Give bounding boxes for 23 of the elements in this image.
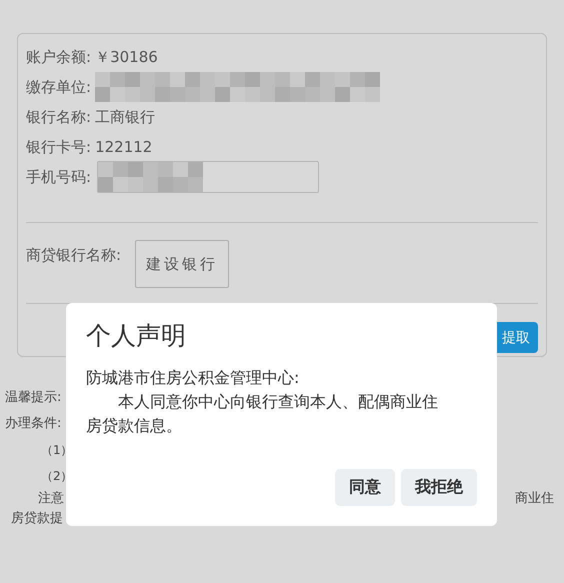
tip-text: 温馨提示: (5, 390, 62, 405)
tip-text: （2） (41, 469, 73, 483)
field-label: 手机号码: (26, 168, 92, 186)
field-label: 银行卡号: (26, 138, 92, 156)
bank-select-button[interactable]: 建设银行 (135, 240, 230, 288)
dialog-title: 个人声明 (86, 320, 187, 352)
tip-text: 商业住 (515, 490, 554, 508)
field-label: 账户余额: (26, 48, 92, 66)
field-value: 工商银行 (95, 108, 156, 126)
field-label: 商贷银行名称: (26, 246, 122, 265)
tip-text: （1） (41, 443, 73, 457)
field-value: ￥30186 (95, 48, 158, 66)
field-label: 缴存单位: (26, 78, 92, 96)
field-label: 银行名称: (26, 108, 92, 126)
tip-text: 房贷款提 (11, 511, 63, 526)
field-value: 122112 (95, 138, 152, 156)
phone-field[interactable] (97, 161, 320, 193)
decline-button[interactable]: 我拒绝 (401, 469, 477, 506)
dialog-text: 防城港市住房公积金管理中心: (86, 367, 300, 389)
agree-button[interactable]: 同意 (335, 469, 395, 506)
tip-text: 办理条件: (5, 416, 62, 431)
tip-text: 注意 (38, 490, 64, 508)
dialog-text: 本人同意你中心向银行查询本人、配偶商业住房贷款信息。 (86, 391, 439, 437)
